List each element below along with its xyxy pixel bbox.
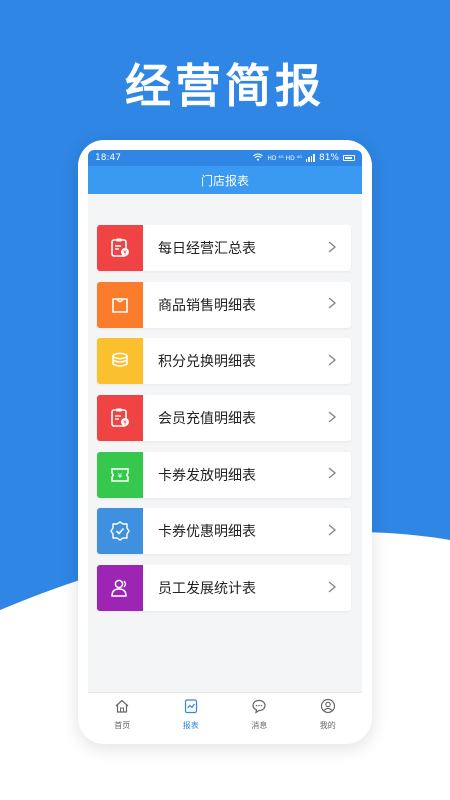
tab-home[interactable]: 首页 <box>88 693 157 736</box>
report-item-coupon-discount[interactable]: 卡券优惠明细表 <box>97 508 351 555</box>
coupon-ticket-icon: ¥ <box>97 451 143 498</box>
report-icon <box>183 698 199 718</box>
home-icon <box>114 698 130 718</box>
page-title-bar: 门店报表 <box>88 166 362 194</box>
report-item-label: 卡券发放明细表 <box>158 467 256 484</box>
svg-text:¥: ¥ <box>118 472 123 480</box>
message-icon <box>251 698 267 718</box>
report-item-coupon-issue[interactable]: ¥ 卡券发放明细表 <box>97 451 351 498</box>
check-badge-icon <box>97 508 143 555</box>
promo-headline: 经营简报 <box>125 59 325 113</box>
report-item-points-redemption[interactable]: 积分兑换明细表 <box>97 338 351 385</box>
report-item-daily-summary[interactable]: ¥ 每日经营汇总表 <box>97 225 351 271</box>
report-item-product-sales[interactable]: 商品销售明细表 <box>97 281 351 328</box>
network-indicator: HD ⁴ᴳ HD ⁴ᴳ <box>267 154 302 162</box>
chevron-right-icon <box>327 295 351 314</box>
tab-label: 报表 <box>182 721 199 730</box>
report-item-label: 会员充值明细表 <box>158 411 256 428</box>
report-item-label: 员工发展统计表 <box>158 581 256 598</box>
tab-label: 我的 <box>319 721 336 730</box>
tab-label: 首页 <box>114 721 131 730</box>
chevron-right-icon <box>327 409 351 428</box>
wifi-icon <box>253 153 264 164</box>
signal-icon <box>305 154 315 162</box>
battery-icon <box>343 155 355 161</box>
battery-percent: 81% <box>318 153 339 163</box>
report-item-label: 商品销售明细表 <box>158 297 256 314</box>
report-item-staff-development[interactable]: 员工发展统计表 <box>97 565 351 612</box>
coins-stack-icon <box>97 338 143 385</box>
tab-message[interactable]: 消息 <box>225 693 294 736</box>
status-bar: 18:47 HD ⁴ᴳ HD ⁴ᴳ 81% <box>88 150 362 166</box>
tab-profile[interactable]: 我的 <box>294 693 363 736</box>
shopping-bag-icon <box>97 281 143 328</box>
chevron-right-icon <box>327 579 351 598</box>
bottom-tab-bar: 首页 报表 消息 我的 <box>88 692 362 736</box>
chevron-right-icon <box>327 465 351 484</box>
report-item-member-recharge[interactable]: ¥ 会员充值明细表 <box>97 395 351 442</box>
tab-report[interactable]: 报表 <box>157 693 226 736</box>
page-title: 门店报表 <box>200 173 249 188</box>
tab-label: 消息 <box>251 721 268 730</box>
chevron-right-icon <box>327 522 351 541</box>
svg-text:¥: ¥ <box>123 249 127 256</box>
svg-text:¥: ¥ <box>123 419 127 426</box>
report-item-label: 每日经营汇总表 <box>158 241 256 257</box>
report-list: ¥ 每日经营汇总表 商品销售明细表 积分兑换明细表 ¥ 会员充值明细表 ¥ 卡券… <box>97 225 351 622</box>
chevron-right-icon <box>327 352 351 371</box>
profile-icon <box>320 698 336 718</box>
status-time: 18:47 <box>95 153 121 163</box>
chevron-right-icon <box>327 239 351 258</box>
recharge-sheet-icon: ¥ <box>97 395 143 442</box>
report-sheet-icon: ¥ <box>97 225 143 271</box>
report-item-label: 积分兑换明细表 <box>158 354 256 371</box>
phone-screen: 18:47 HD ⁴ᴳ HD ⁴ᴳ 81% 门店报表 ¥ 每日经营汇总表 商品销… <box>88 150 362 736</box>
staff-user-icon <box>97 565 143 612</box>
phone-frame: 18:47 HD ⁴ᴳ HD ⁴ᴳ 81% 门店报表 ¥ 每日经营汇总表 商品销… <box>78 140 372 744</box>
report-item-label: 卡券优惠明细表 <box>158 524 256 541</box>
